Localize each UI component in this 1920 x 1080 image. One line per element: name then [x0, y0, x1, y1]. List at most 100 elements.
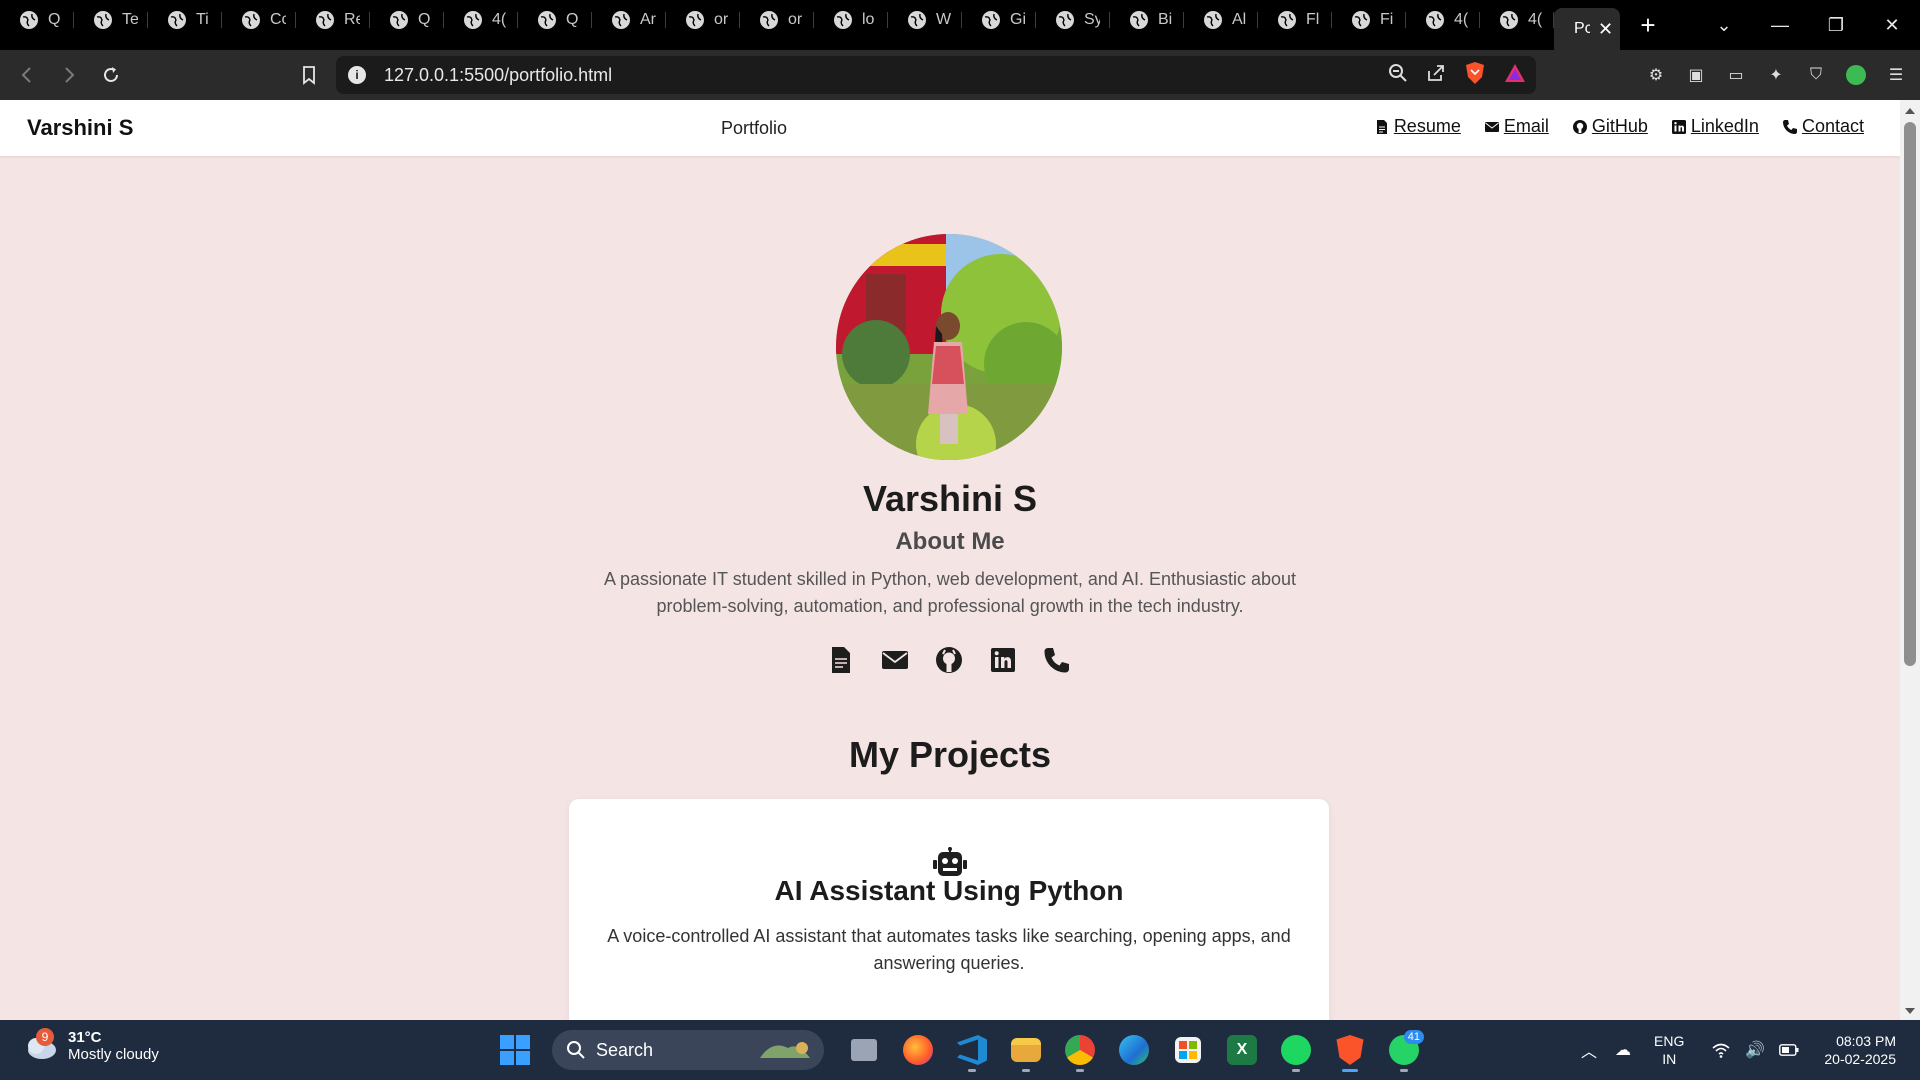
sidebar-icon[interactable]: ▣: [1684, 63, 1708, 87]
scroll-down-arrow-icon[interactable]: [1905, 1008, 1915, 1014]
wifi-icon[interactable]: [1710, 1042, 1732, 1058]
weather-widget[interactable]: 9 31°C Mostly cloudy: [22, 1028, 159, 1063]
tab[interactable]: Q: [370, 0, 444, 40]
back-button[interactable]: [8, 56, 46, 94]
nav-link-github[interactable]: GitHub: [1572, 116, 1648, 137]
address-bar[interactable]: i 127.0.0.1:5500/portfolio.html: [336, 56, 1536, 94]
tab[interactable]: Bi: [1110, 0, 1184, 40]
email-icon[interactable]: [881, 645, 909, 675]
battery-icon[interactable]: [1778, 1044, 1800, 1056]
tab[interactable]: Sy: [1036, 0, 1110, 40]
nav-link-linkedin[interactable]: LinkedIn: [1671, 116, 1759, 137]
tab[interactable]: W: [888, 0, 962, 40]
tab[interactable]: Ar: [592, 0, 666, 40]
about-heading: About Me: [895, 528, 1005, 555]
store-app[interactable]: [1166, 1028, 1210, 1072]
tab[interactable]: 4(: [1480, 0, 1554, 40]
profile-icon[interactable]: [1844, 63, 1868, 87]
language-indicator[interactable]: ENG IN: [1654, 1032, 1684, 1068]
page-scrollbar[interactable]: [1900, 100, 1920, 1020]
tab-label: Ti: [196, 11, 209, 28]
nav-link-resume[interactable]: Resume: [1374, 116, 1461, 137]
tab[interactable]: lo: [814, 0, 888, 40]
tab[interactable]: Cc: [222, 0, 296, 40]
tab[interactable]: 4(: [1406, 0, 1480, 40]
tab[interactable]: Q: [518, 0, 592, 40]
clock[interactable]: 08:03 PM 20-02-2025: [1824, 1032, 1896, 1068]
menu-icon[interactable]: ☰: [1884, 63, 1908, 87]
project-card[interactable]: AI Assistant Using Python A voice-contro…: [569, 799, 1329, 1020]
leo-ai-icon[interactable]: ✦: [1764, 63, 1788, 87]
volume-icon[interactable]: 🔊: [1744, 1040, 1766, 1060]
nav-link-email-label: Email: [1503, 116, 1549, 136]
tab[interactable]: or: [740, 0, 814, 40]
scrollbar-thumb[interactable]: [1904, 122, 1916, 666]
arrow-right-icon: [65, 67, 75, 83]
scroll-up-arrow-icon[interactable]: [1905, 108, 1915, 114]
windows-start-icon[interactable]: [500, 1035, 530, 1065]
clock-date: 20-02-2025: [1824, 1051, 1896, 1067]
phone-icon[interactable]: [1043, 645, 1071, 675]
github-icon[interactable]: [935, 645, 963, 675]
nav-link-contact[interactable]: Contact: [1782, 116, 1864, 137]
whatsapp-app[interactable]: 41: [1382, 1028, 1426, 1072]
tab[interactable]: 4(: [444, 0, 518, 40]
extensions-icon[interactable]: ⚙: [1644, 63, 1668, 87]
excel-app[interactable]: X: [1220, 1028, 1264, 1072]
forward-button[interactable]: [50, 56, 88, 94]
github-icon: [1572, 119, 1587, 134]
tab-label: Re: [344, 11, 360, 28]
chevron-up-icon[interactable]: ︿: [1578, 1038, 1600, 1062]
taskbar-search[interactable]: Search: [552, 1030, 824, 1070]
restore-button[interactable]: ❐: [1808, 0, 1864, 50]
linkedin-icon[interactable]: [989, 645, 1017, 675]
tab[interactable]: Gi: [962, 0, 1036, 40]
edge-app[interactable]: [1112, 1028, 1156, 1072]
running-indicator: [1076, 1069, 1084, 1072]
resume-icon[interactable]: [827, 645, 855, 675]
tab-label: Ar: [640, 11, 656, 28]
site-brand[interactable]: Varshini S: [27, 115, 133, 141]
chrome-app[interactable]: [1058, 1028, 1102, 1072]
bookmark-icon: [303, 66, 315, 85]
tab[interactable]: Fi: [1332, 0, 1406, 40]
minimize-button[interactable]: —: [1752, 0, 1808, 50]
nav-portfolio: Portfolio: [721, 118, 788, 138]
share-icon[interactable]: [1426, 63, 1446, 88]
brave-shields-icon[interactable]: [1464, 61, 1486, 90]
tab-search-chevron-icon[interactable]: ⌄: [1696, 0, 1752, 50]
tab[interactable]: Q: [0, 0, 74, 40]
vscode-app[interactable]: [950, 1028, 994, 1072]
onedrive-icon[interactable]: ☁: [1612, 1040, 1634, 1060]
zoom-icon[interactable]: [1388, 63, 1408, 88]
new-tab-button[interactable]: +: [1628, 5, 1668, 45]
url-text[interactable]: 127.0.0.1:5500/portfolio.html: [384, 65, 612, 86]
windows-taskbar: 9 31°C Mostly cloudy Search X 41 ︿ ☁ ENG…: [0, 1020, 1920, 1080]
page-viewport: Varshini S Portfolio Resume Email GitHub…: [0, 100, 1900, 1020]
tab[interactable]: Fl: [1258, 0, 1332, 40]
nav-links: Resume Email GitHub LinkedIn Contact: [1374, 116, 1864, 137]
close-icon[interactable]: ✕: [1598, 19, 1613, 40]
globe-icon: [20, 11, 38, 29]
tab[interactable]: or: [666, 0, 740, 40]
brave-rewards-icon[interactable]: [1504, 63, 1526, 88]
reload-button[interactable]: [92, 56, 130, 94]
task-view-app[interactable]: [842, 1028, 886, 1072]
close-window-button[interactable]: ✕: [1864, 0, 1920, 50]
tab[interactable]: Ti: [148, 0, 222, 40]
bookmark-button[interactable]: [290, 56, 328, 94]
brave-app[interactable]: [1328, 1028, 1372, 1072]
tab-active[interactable]: Pc ✕: [1554, 8, 1620, 50]
reload-icon: [104, 67, 118, 82]
file-explorer-app[interactable]: [1004, 1028, 1048, 1072]
tab[interactable]: Re: [296, 0, 370, 40]
tab[interactable]: Te: [74, 0, 148, 40]
wallet-icon[interactable]: ▭: [1724, 63, 1748, 87]
task-view-icon: [851, 1039, 877, 1061]
site-info-icon[interactable]: i: [348, 66, 366, 84]
firefox-app[interactable]: [896, 1028, 940, 1072]
tab[interactable]: Al: [1184, 0, 1258, 40]
nav-link-email[interactable]: Email: [1484, 116, 1549, 137]
vpn-icon[interactable]: ⛉: [1804, 63, 1828, 87]
spotify-app[interactable]: [1274, 1028, 1318, 1072]
